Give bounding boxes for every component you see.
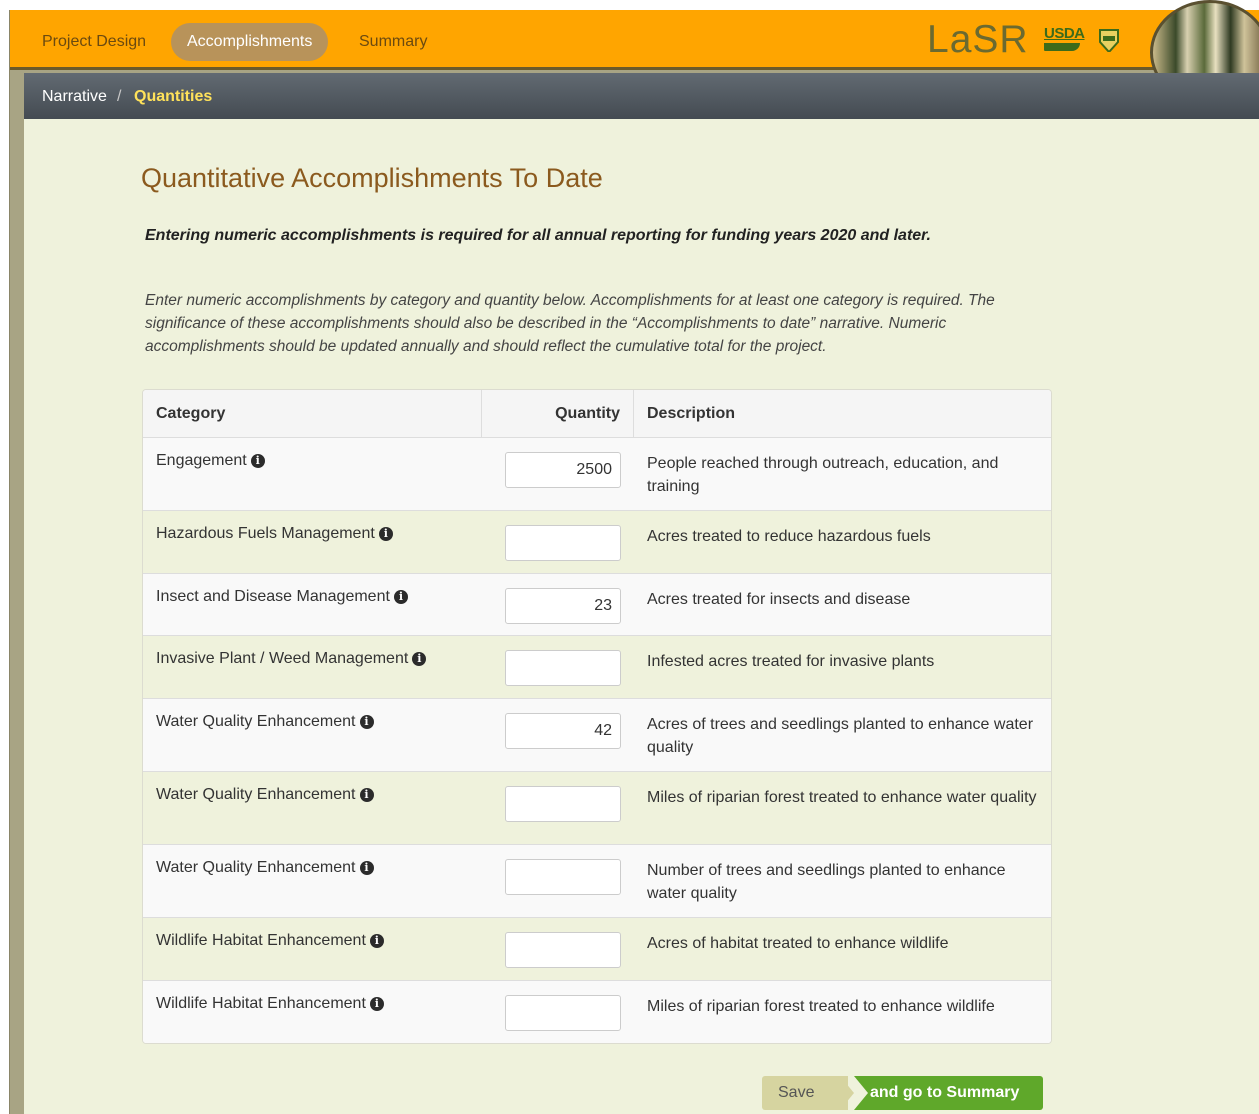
table-row: Wildlife Habitat Enhancement i Acres of h… <box>143 918 1051 981</box>
description-text: Acres of trees and seedlings planted to … <box>647 716 1034 756</box>
quantity-input[interactable] <box>505 525 621 561</box>
tab-summary[interactable]: Summary <box>343 23 443 61</box>
category-label: Wildlife Habitat Enhancement <box>156 932 366 949</box>
quantity-input[interactable] <box>505 932 621 968</box>
quantity-input[interactable] <box>505 859 621 895</box>
table-row: Invasive Plant / Weed Management i Infest… <box>143 636 1051 699</box>
category-label: Insect and Disease Management <box>156 588 390 605</box>
info-icon[interactable]: i <box>359 788 374 802</box>
table-row: Wildlife Habitat Enhancement i Miles of r… <box>143 981 1051 1043</box>
header-category: Category <box>143 390 482 437</box>
top-nav-bar: Project Design Accomplishments Summary L… <box>10 0 1259 105</box>
quantity-input[interactable] <box>505 995 621 1031</box>
table-row: Water Quality Enhancementi Acres of tree… <box>143 699 1051 772</box>
description-text: Infested acres treated for invasive plan… <box>647 653 935 670</box>
usda-logo: USDA <box>1044 25 1094 55</box>
description-text: Acres of habitat treated to enhance wild… <box>647 935 949 952</box>
description-text: Number of trees and seedlings planted to… <box>647 862 1006 902</box>
tab-accomplishments[interactable]: Accomplishments <box>171 23 329 61</box>
info-icon[interactable]: i <box>412 652 427 666</box>
requirement-notice: Entering numeric accomplishments is requ… <box>145 227 931 244</box>
breadcrumb-separator: / <box>117 88 122 105</box>
info-icon[interactable]: i <box>369 997 384 1011</box>
description-text: Acres treated to reduce hazardous fuels <box>647 528 931 545</box>
category-label: Invasive Plant / Weed Management <box>156 650 409 667</box>
table-row: Insect and Disease Managementi Acres tre… <box>143 574 1051 636</box>
quantity-input[interactable] <box>505 650 621 686</box>
lasr-logo: LaSR <box>927 18 1029 61</box>
instructions-text: Enter numeric accomplishments by categor… <box>145 292 995 355</box>
description-text: Miles of riparian forest treated to enha… <box>647 998 995 1015</box>
info-icon[interactable]: i <box>378 527 393 541</box>
forest-service-shield-icon <box>1099 29 1119 52</box>
category-label: Wildlife Habitat Enhancement <box>156 995 366 1012</box>
category-label: Water Quality Enhancement <box>156 859 356 876</box>
save-and-go-to-summary-button[interactable]: and go to Summary <box>854 1076 1043 1110</box>
breadcrumb-quantities: Quantities <box>134 88 213 105</box>
info-icon[interactable]: i <box>250 454 265 468</box>
quantity-input[interactable] <box>505 786 621 822</box>
page-title: Quantitative Accomplishments To Date <box>141 163 603 193</box>
breadcrumb-narrative[interactable]: Narrative <box>42 88 107 106</box>
info-icon[interactable]: i <box>359 861 374 875</box>
app-frame: Project Design Accomplishments Summary L… <box>9 0 1259 1114</box>
tab-project-design[interactable]: Project Design <box>26 23 162 61</box>
table-row: Water Quality Enhancement i Miles of ripa… <box>143 772 1051 845</box>
header-quantity: Quantity <box>482 390 634 437</box>
save-button[interactable]: Save <box>762 1076 848 1110</box>
table-header: Category Quantity Description <box>143 390 1051 438</box>
category-label: Engagement <box>156 452 247 469</box>
info-icon[interactable]: i <box>359 715 374 729</box>
description-text: Miles of riparian forest treated to enha… <box>647 789 1037 806</box>
category-label: Water Quality Enhancement <box>156 786 356 803</box>
quantity-input[interactable] <box>505 713 621 749</box>
info-icon[interactable]: i <box>393 590 408 604</box>
quantity-input[interactable] <box>505 588 621 624</box>
usda-wave-icon <box>1044 43 1080 51</box>
main-content: Quantitative Accomplishments To Date Ent… <box>24 119 1259 1114</box>
save-arrow-icon <box>840 1076 854 1110</box>
info-icon[interactable]: i <box>369 934 384 948</box>
quantity-input[interactable] <box>505 452 621 488</box>
category-label: Hazardous Fuels Management <box>156 525 375 542</box>
description-text: Acres treated for insects and disease <box>647 591 911 608</box>
chevron-notch-icon <box>854 1076 868 1110</box>
table-row: Water Quality Enhancement i Number of tre… <box>143 845 1051 918</box>
header-description: Description <box>647 405 736 422</box>
category-label: Water Quality Enhancement <box>156 713 356 730</box>
table-row: Engagementi People reached through outre… <box>143 438 1051 511</box>
description-text: People reached through outreach, educati… <box>647 455 999 495</box>
table-row: Hazardous Fuels Management i Acres treate… <box>143 511 1051 574</box>
accomplishments-table: Category Quantity Description Engagement… <box>142 389 1052 1044</box>
breadcrumb: Narrative / Quantities <box>24 73 1259 119</box>
